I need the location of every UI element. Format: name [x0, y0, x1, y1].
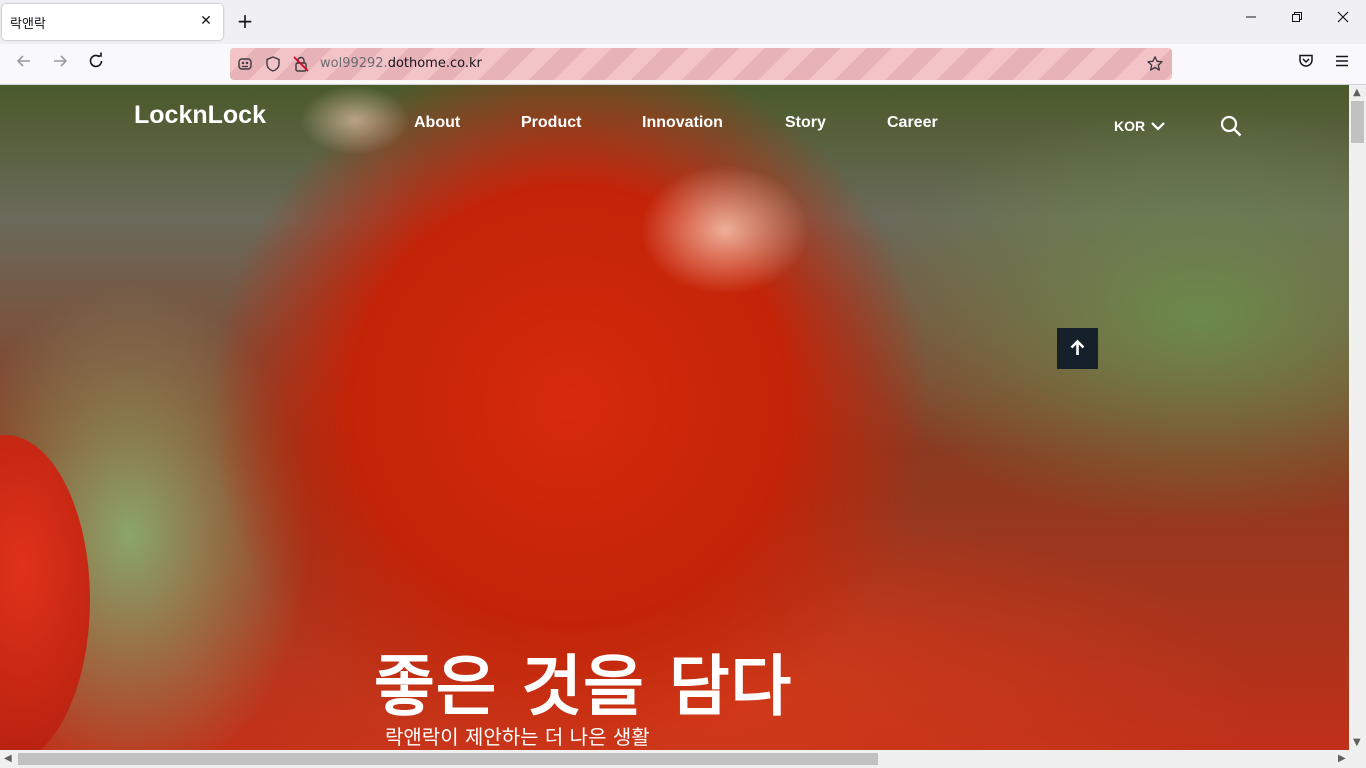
tab-title: 락앤락 — [10, 17, 46, 32]
browser-tab[interactable]: 락앤락 ✕ — [2, 4, 223, 40]
scroll-left-arrow-icon[interactable]: ◀ — [4, 753, 12, 764]
search-icon[interactable] — [1219, 114, 1243, 138]
close-tab-icon[interactable]: ✕ — [197, 12, 215, 30]
url-text[interactable]: wol99292.dothome.co.kr — [320, 56, 482, 71]
insecure-lock-icon[interactable] — [292, 55, 310, 73]
arrow-up-icon — [1070, 339, 1085, 355]
hero-background-highlight — [300, 85, 410, 155]
hero-title: 좋은 것을 담다 — [374, 648, 793, 725]
hero-background-highlight — [640, 165, 810, 295]
scroll-to-top-button[interactable] — [1057, 328, 1098, 369]
close-window-icon[interactable] — [1320, 8, 1366, 36]
nav-career[interactable]: Career — [887, 114, 938, 132]
restore-icon[interactable] — [1274, 8, 1320, 36]
menu-icon[interactable] — [1329, 52, 1355, 78]
hero-background-tomato — [0, 435, 90, 750]
forward-icon[interactable] — [47, 52, 73, 78]
address-bar[interactable]: wol99292.dothome.co.kr — [230, 48, 1172, 80]
pocket-icon[interactable] — [1293, 52, 1319, 78]
shield-icon[interactable] — [264, 55, 282, 73]
nav-product[interactable]: Product — [521, 114, 581, 132]
url-domain: dothome.co.kr — [387, 56, 482, 71]
nav-about[interactable]: About — [414, 114, 460, 132]
chevron-down-icon[interactable] — [1150, 118, 1166, 132]
vertical-scrollbar[interactable] — [1349, 85, 1366, 750]
tracking-icon[interactable] — [236, 55, 254, 73]
tab-bar: 락앤락 ✕ + — [0, 0, 1366, 44]
horizontal-scrollbar-thumb[interactable] — [18, 753, 878, 765]
bookmark-star-icon[interactable] — [1146, 55, 1164, 73]
hero-subtitle: 락앤락이 제안하는 더 나은 생활 — [385, 725, 650, 749]
hero-section: LocknLock About Product Innovation Story… — [0, 85, 1349, 750]
scroll-right-arrow-icon[interactable]: ▶ — [1338, 753, 1346, 764]
site-logo[interactable]: LocknLock — [134, 101, 266, 130]
language-selector[interactable]: KOR — [1114, 118, 1145, 134]
back-icon[interactable] — [11, 52, 37, 78]
scroll-down-arrow-icon[interactable]: ▼ — [1353, 737, 1361, 748]
nav-innovation[interactable]: Innovation — [642, 114, 723, 132]
new-tab-icon[interactable]: + — [234, 10, 256, 32]
url-subdomain: wol99292. — [320, 56, 388, 71]
vertical-scrollbar-thumb[interactable] — [1351, 101, 1364, 143]
scroll-up-arrow-icon[interactable]: ▲ — [1353, 87, 1361, 98]
minimize-icon[interactable] — [1228, 8, 1274, 36]
reload-icon[interactable] — [83, 52, 109, 78]
nav-story[interactable]: Story — [785, 114, 826, 132]
browser-toolbar: wol99292.dothome.co.kr — [0, 44, 1366, 85]
